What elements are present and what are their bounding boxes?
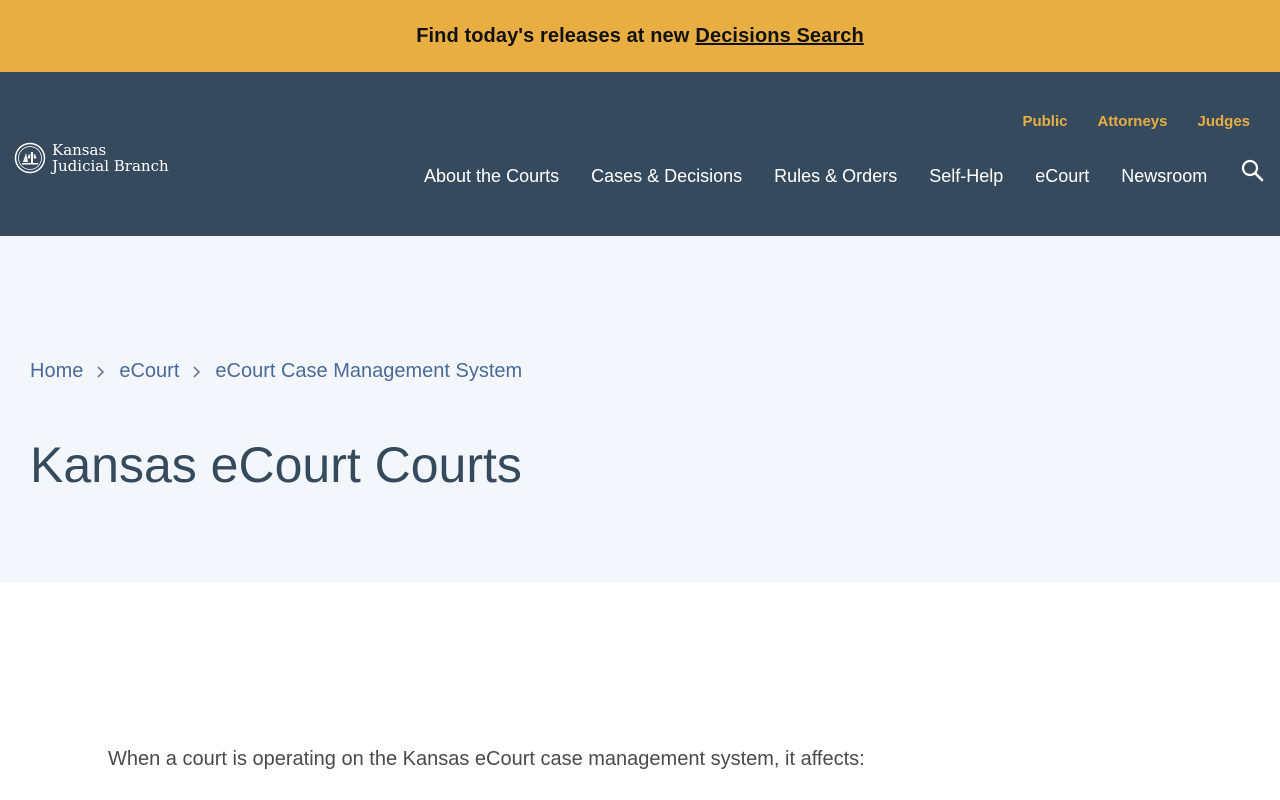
banner-text: Find today's releases at new (416, 24, 690, 47)
chevron-right-icon (83, 360, 119, 383)
audience-nav: Public Attorneys Judges (1022, 113, 1250, 130)
audience-link-judges[interactable]: Judges (1197, 113, 1250, 130)
logo-text: Kansas Judicial Branch (52, 142, 169, 174)
search-icon (1241, 159, 1264, 182)
breadcrumb-ecourt[interactable]: eCourt (119, 360, 179, 383)
breadcrumb-home[interactable]: Home (30, 360, 83, 383)
breadcrumb: Home eCourt eCourt Case Management Syste… (30, 360, 522, 383)
logo-line-2: Judicial Branch (52, 157, 169, 175)
logo-line-1: Kansas (52, 141, 107, 159)
decisions-search-link[interactable]: Decisions Search (695, 25, 863, 48)
nav-self-help[interactable]: Self-Help (929, 166, 1003, 187)
nav-rules-orders[interactable]: Rules & Orders (774, 166, 897, 187)
search-button[interactable] (1240, 158, 1266, 184)
nav-newsroom[interactable]: Newsroom (1121, 166, 1207, 187)
nav-about-the-courts[interactable]: About the Courts (424, 166, 559, 187)
site-header: Kansas Judicial Branch Public Attorneys … (0, 72, 1280, 236)
main-nav: About the Courts Cases & Decisions Rules… (424, 166, 1207, 187)
chevron-right-icon (179, 360, 215, 383)
site-logo[interactable]: Kansas Judicial Branch (14, 142, 169, 174)
kansas-seal-icon (14, 142, 46, 174)
nav-cases-decisions[interactable]: Cases & Decisions (591, 166, 742, 187)
intro-paragraph: When a court is operating on the Kansas … (108, 748, 865, 770)
announcement-banner: Find today's releases at new Decisions S… (0, 0, 1280, 72)
nav-ecourt[interactable]: eCourt (1035, 166, 1089, 187)
page-title: Kansas eCourt Courts (30, 437, 522, 493)
page-hero: Home eCourt eCourt Case Management Syste… (0, 236, 1280, 582)
audience-link-public[interactable]: Public (1022, 113, 1067, 130)
breadcrumb-ecourt-case-management[interactable]: eCourt Case Management System (215, 360, 522, 383)
audience-link-attorneys[interactable]: Attorneys (1097, 113, 1167, 130)
